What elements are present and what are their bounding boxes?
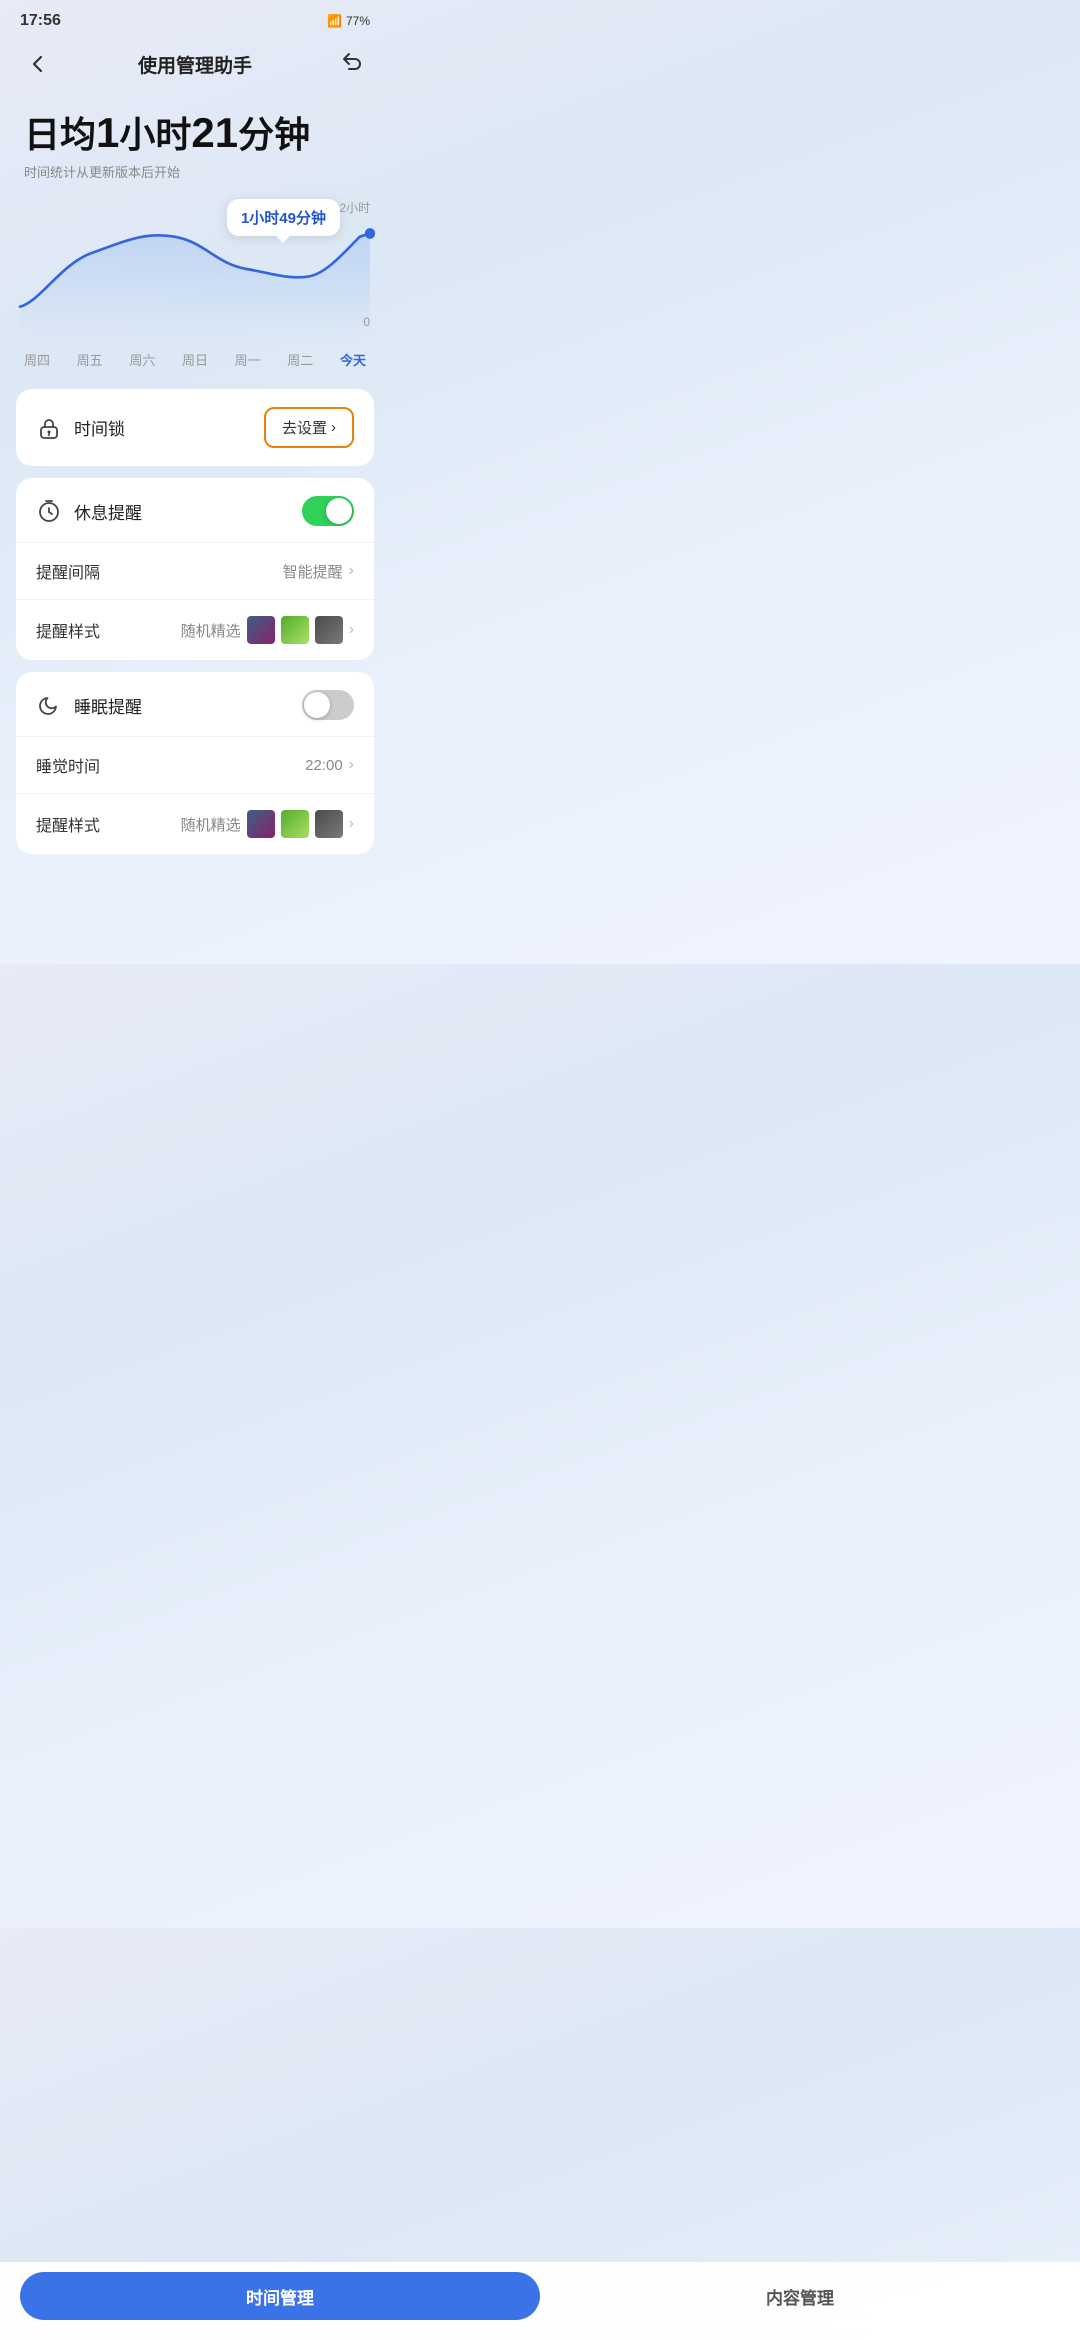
toggle-thumb bbox=[326, 498, 352, 524]
sleep-style-label: 提醒样式 bbox=[36, 812, 100, 836]
sleep-thumb-3 bbox=[315, 810, 343, 838]
moon-icon bbox=[36, 692, 62, 718]
chart-day-thu: 周四 bbox=[24, 350, 50, 369]
sleep-time-row[interactable]: 睡觉时间 22:00 › bbox=[16, 737, 374, 794]
page-title: 使用管理助手 bbox=[138, 51, 252, 78]
time-lock-action-button[interactable]: 去设置 › bbox=[264, 407, 354, 448]
status-time: 17:56 bbox=[20, 12, 61, 30]
reminder-style-chevron: › bbox=[349, 621, 354, 639]
chart-day-mon: 周一 bbox=[235, 350, 261, 369]
sleep-thumb-1 bbox=[247, 810, 275, 838]
sleep-reminder-left: 睡眠提醒 bbox=[36, 692, 142, 718]
battery-label: 77% bbox=[346, 14, 370, 28]
chart-x-labels: 周四 周五 周六 周日 周一 周二 今天 bbox=[20, 344, 370, 369]
chart-tooltip: 1小时49分钟 bbox=[227, 199, 340, 236]
rest-reminder-toggle[interactable] bbox=[302, 496, 354, 526]
sleep-reminder-header: 睡眠提醒 bbox=[16, 672, 374, 737]
sleep-time-value: 22:00 › bbox=[305, 756, 354, 774]
rest-reminder-card: 休息提醒 提醒间隔 智能提醒 › 提醒样式 随机精选 bbox=[16, 478, 374, 660]
chart-day-sun: 周日 bbox=[182, 350, 208, 369]
sleep-style-text: 随机精选 bbox=[181, 814, 241, 835]
sleep-reminder-card: 睡眠提醒 睡觉时间 22:00 › 提醒样式 随机精选 bbox=[16, 672, 374, 854]
reminder-interval-label: 提醒间隔 bbox=[36, 559, 100, 583]
chart-day-tue: 周二 bbox=[287, 350, 313, 369]
reminder-style-label: 提醒样式 bbox=[36, 618, 100, 642]
sleep-style-chevron: › bbox=[349, 815, 354, 833]
status-bar: 17:56 📶 77% bbox=[0, 0, 390, 36]
reminder-interval-row[interactable]: 提醒间隔 智能提醒 › bbox=[16, 543, 374, 600]
tab-content-management-label: 内容管理 bbox=[766, 2284, 834, 2309]
sleep-time-chevron: › bbox=[349, 756, 354, 774]
daily-average-title: 日均1小时21分钟 bbox=[24, 108, 366, 158]
signal-icon: 📶 bbox=[327, 14, 342, 28]
status-icons: 📶 77% bbox=[327, 14, 370, 28]
reminder-style-row[interactable]: 提醒样式 随机精选 › bbox=[16, 600, 374, 660]
chart-day-fri: 周五 bbox=[77, 350, 103, 369]
back-button[interactable] bbox=[20, 46, 56, 82]
bottom-tab-bar: 时间管理 内容管理 bbox=[0, 2262, 1080, 2340]
reminder-interval-value: 智能提醒 › bbox=[283, 561, 354, 582]
usage-chart: 1小时49分钟 2小时 0 周四 周五 周六 周日 周一 周二 bbox=[0, 189, 390, 369]
sleep-time-text: 22:00 bbox=[305, 757, 343, 774]
reminder-thumb-3 bbox=[315, 616, 343, 644]
tab-time-management-label: 时间管理 bbox=[246, 2284, 314, 2309]
share-button[interactable] bbox=[334, 46, 370, 82]
tab-time-management[interactable]: 时间管理 bbox=[20, 2272, 540, 2320]
reminder-interval-chevron: › bbox=[349, 562, 354, 580]
time-lock-chevron: › bbox=[331, 419, 336, 436]
chart-y-bottom: 0 bbox=[339, 315, 370, 329]
header: 使用管理助手 bbox=[0, 36, 390, 98]
tab-content-management[interactable]: 内容管理 bbox=[540, 2272, 1060, 2320]
chart-y-labels: 2小时 0 bbox=[339, 199, 370, 329]
sleep-toggle-thumb bbox=[304, 692, 330, 718]
chart-day-today: 今天 bbox=[340, 350, 366, 369]
sleep-time-label: 睡觉时间 bbox=[36, 753, 100, 777]
time-lock-label: 时间锁 bbox=[74, 415, 125, 440]
rest-reminder-left: 休息提醒 bbox=[36, 498, 142, 524]
time-lock-card: 时间锁 去设置 › bbox=[16, 389, 374, 466]
rest-reminder-label: 休息提醒 bbox=[74, 499, 142, 524]
sleep-reminder-toggle[interactable] bbox=[302, 690, 354, 720]
timer-icon bbox=[36, 498, 62, 524]
reminder-interval-text: 智能提醒 bbox=[283, 561, 343, 582]
time-lock-action-label: 去设置 bbox=[282, 417, 327, 438]
rest-reminder-header: 休息提醒 bbox=[16, 478, 374, 543]
time-lock-row: 时间锁 去设置 › bbox=[16, 389, 374, 466]
daily-average-subtitle: 时间统计从更新版本后开始 bbox=[24, 162, 366, 181]
reminder-style-text: 随机精选 bbox=[181, 620, 241, 641]
lock-icon bbox=[36, 415, 62, 441]
sleep-thumb-2 bbox=[281, 810, 309, 838]
sleep-reminder-label: 睡眠提醒 bbox=[74, 693, 142, 718]
reminder-style-value: 随机精选 › bbox=[181, 616, 354, 644]
reminder-thumb-1 bbox=[247, 616, 275, 644]
time-lock-left: 时间锁 bbox=[36, 415, 125, 441]
reminder-thumb-2 bbox=[281, 616, 309, 644]
daily-average-section: 日均1小时21分钟 时间统计从更新版本后开始 bbox=[0, 98, 390, 189]
cards-section: 时间锁 去设置 › bbox=[0, 369, 390, 874]
sleep-style-row[interactable]: 提醒样式 随机精选 › bbox=[16, 794, 374, 854]
sleep-style-value: 随机精选 › bbox=[181, 810, 354, 838]
chart-day-sat: 周六 bbox=[129, 350, 155, 369]
chart-y-top: 2小时 bbox=[339, 199, 370, 216]
